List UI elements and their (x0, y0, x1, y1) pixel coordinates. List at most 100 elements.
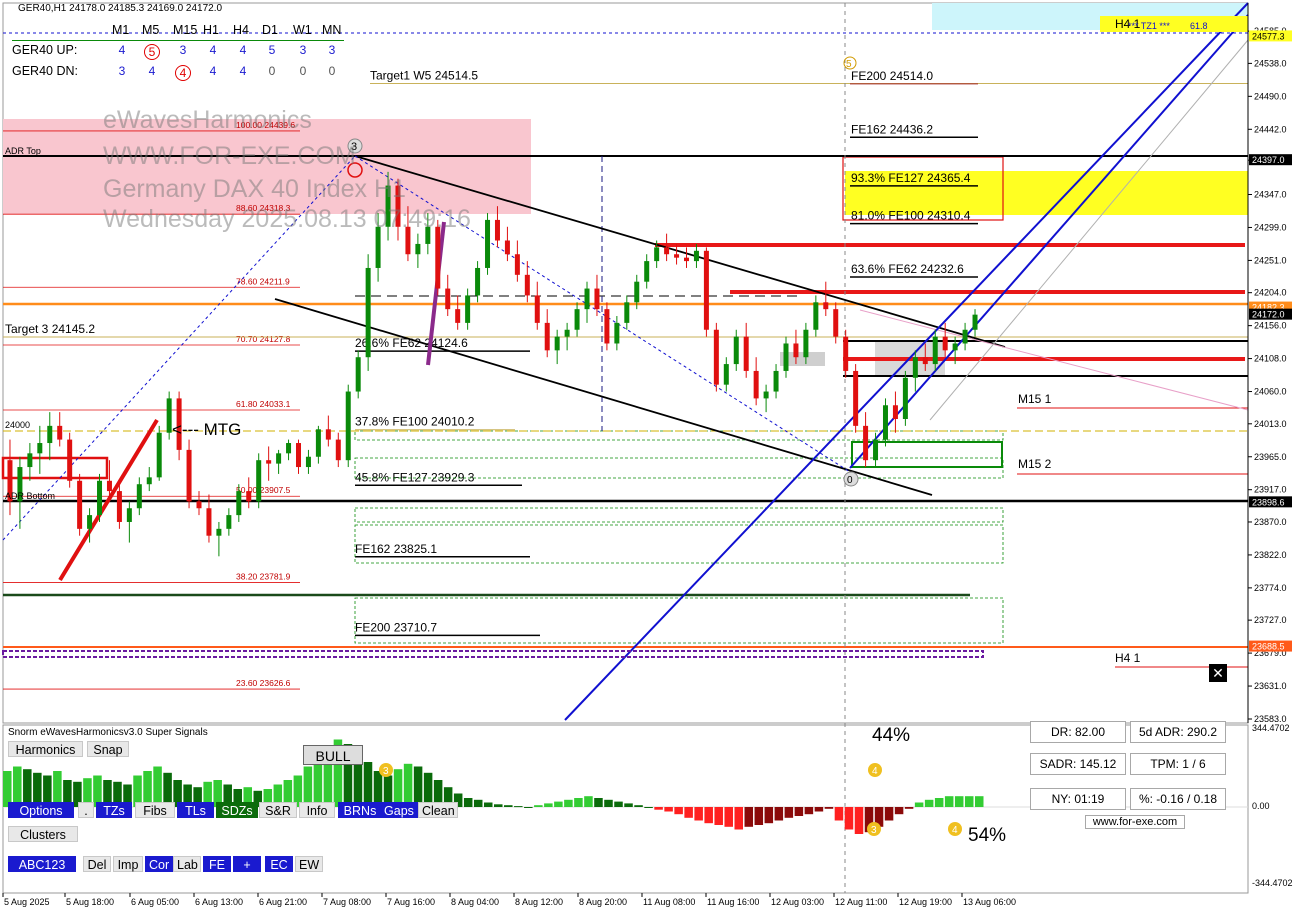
candle-body (226, 515, 232, 529)
candle-body (136, 484, 142, 509)
m15-1-label: M15 1 (1018, 392, 1052, 406)
timeframe-w1: W1 (293, 23, 312, 37)
histogram-bar (13, 766, 22, 807)
fibs-button[interactable]: Fibs (135, 802, 175, 818)
x-tick-label: 12 Aug 19:00 (899, 897, 952, 907)
tls-button[interactable]: TLs (177, 802, 214, 818)
fe-button[interactable]: FE (203, 856, 231, 872)
gaps-button[interactable]: Gaps (380, 802, 418, 818)
candle-body (116, 491, 122, 522)
timeframe-h4: H4 (233, 23, 249, 37)
candle-body (853, 370, 859, 426)
del-button[interactable]: Del (83, 856, 111, 872)
fe-level-label: Target 3 24145.2 (5, 322, 95, 336)
tzs-button[interactable]: TZs (96, 802, 132, 818)
histogram-bar (704, 807, 713, 824)
watermark-line-1: eWavesHarmonics (103, 106, 312, 134)
histogram-bar (514, 806, 523, 808)
indicator-y-label: -344.4702 (1252, 878, 1293, 888)
options-button[interactable]: Options (8, 802, 74, 818)
timeframe-h1: H1 (203, 23, 219, 37)
fe-level-label: FE162 23825.1 (355, 542, 437, 556)
--button[interactable]: + (233, 856, 261, 872)
candle-body (624, 302, 630, 323)
brns-button[interactable]: BRNs (338, 802, 382, 818)
candle-body (504, 240, 510, 255)
ec-button[interactable]: EC (265, 856, 293, 872)
y-tick-label: 24108.0 (1254, 354, 1287, 364)
symbol-header: GER40,H1 24178.0 24185.3 24169.0 24172.0 (18, 3, 223, 14)
candle-body (524, 274, 530, 296)
candle-body (465, 295, 471, 323)
candle-body (763, 391, 769, 399)
histogram-bar (834, 807, 844, 821)
histogram-bar (824, 807, 834, 809)
candle-body (604, 309, 610, 344)
fe-level-label: Target1 W5 24514.5 (370, 69, 478, 83)
lab-button[interactable]: Lab (173, 856, 201, 872)
clusters-button[interactable]: Clusters (8, 826, 78, 842)
candle-body (325, 429, 331, 440)
x-tick-label: 12 Aug 11:00 (835, 897, 887, 907)
--button[interactable]: . (78, 802, 94, 818)
timeframe-d1: D1 (262, 23, 278, 37)
cor-button[interactable]: Cor (145, 856, 173, 872)
signal-label: 4 (872, 766, 878, 777)
histogram-bar (884, 807, 894, 821)
tf-value: 4 (175, 65, 191, 81)
candle-body (962, 329, 968, 344)
candle-body (594, 288, 600, 310)
fe-level-label: 45.8% FE127 23929.3 (355, 470, 475, 484)
candle-body (863, 425, 869, 461)
tf-value: 4 (239, 43, 247, 57)
histogram-bar (413, 766, 423, 807)
timeframe-m1: M1 (112, 23, 130, 37)
chart-canvas: 100.00 24439.688.60 24318.378.60 24211.9… (0, 0, 1294, 913)
x-tick-label: 11 Aug 08:00 (643, 897, 695, 907)
candle-body (614, 322, 620, 344)
histogram-bar (924, 799, 934, 807)
s-r-button[interactable]: S&R (259, 802, 297, 818)
stat-sadr: SADR: 145.12 (1030, 753, 1126, 775)
abc123-button[interactable]: ABC123 (8, 856, 76, 872)
y-tick-label: 24013.0 (1254, 419, 1287, 429)
histogram-bar (524, 807, 533, 808)
candle-body (932, 336, 938, 365)
bull-label: BULL (303, 745, 363, 765)
imp-button[interactable]: Imp (113, 856, 143, 872)
clean-button[interactable]: Clean (418, 802, 458, 818)
wave-low-label: 0 (847, 475, 853, 486)
ew-button[interactable]: EW (295, 856, 323, 872)
stat-ny: NY: 01:19 (1030, 788, 1126, 810)
candle-body (703, 250, 709, 330)
tz1-label: *** TZ1 *** (1128, 21, 1170, 31)
tf-value: 3 (299, 43, 307, 57)
histogram-bar (784, 807, 794, 818)
tf-value: 3 (179, 43, 187, 57)
harmonics-button[interactable]: Harmonics (8, 741, 83, 757)
candle-body (833, 309, 839, 337)
x-tick-label: 8 Aug 12:00 (515, 897, 563, 907)
fib-level-label: 78.60 24211.9 (236, 276, 290, 286)
site-link[interactable]: www.for-exe.com (1085, 815, 1185, 829)
indicator-y-label: 0.00 (1252, 801, 1270, 811)
stat-dr: DR: 82.00 (1030, 721, 1126, 743)
m15-2-label: M15 2 (1018, 457, 1052, 471)
candle-body (684, 257, 690, 262)
candle-body (813, 302, 819, 330)
x-tick-label: 8 Aug 04:00 (451, 897, 499, 907)
candle-body (733, 336, 739, 365)
price-tag-label: 24172.0 (1252, 310, 1285, 320)
sdzs-button[interactable]: SDZs (216, 802, 258, 818)
timeframe-m5: M5 (142, 23, 160, 37)
candle-body (823, 302, 829, 310)
wave-5-label: 5 (846, 59, 852, 70)
y-tick-label: 24204.0 (1254, 288, 1287, 298)
info-button[interactable]: Info (299, 802, 335, 818)
histogram-bar (644, 807, 653, 808)
close-icon[interactable]: ✕ (1209, 664, 1227, 682)
fe-level-label: 37.8% FE100 24010.2 (355, 415, 475, 429)
histogram-bar (744, 807, 754, 827)
snap-button[interactable]: Snap (87, 741, 129, 757)
histogram-bar (363, 762, 373, 807)
